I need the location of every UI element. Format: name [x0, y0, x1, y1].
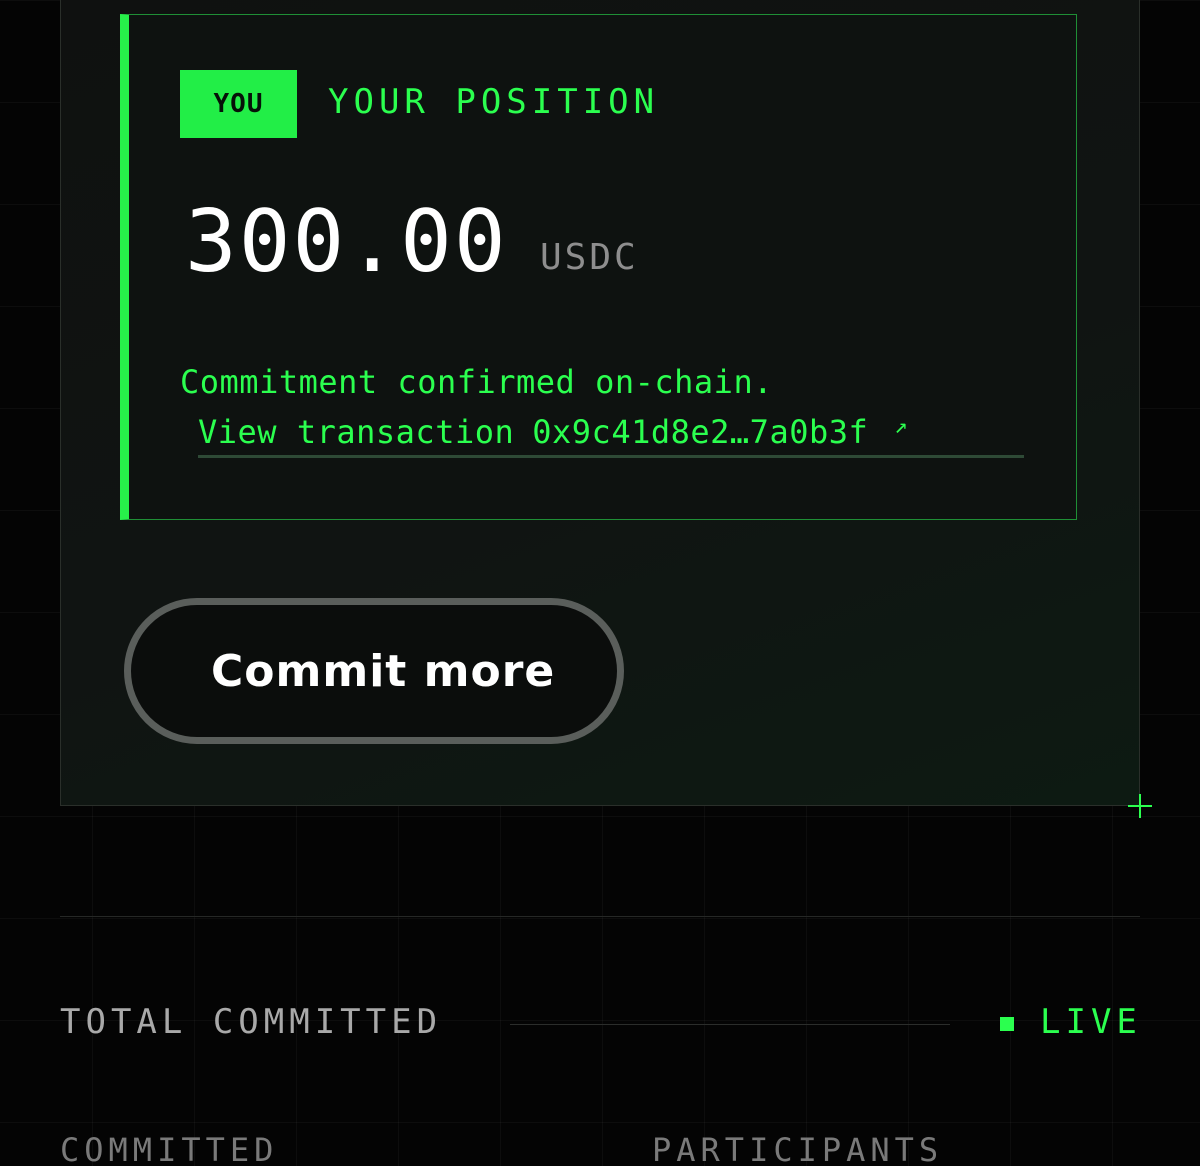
tx-hash: 0x9c41d8e2…7a0b3f	[532, 413, 869, 451]
position-unit: USDC	[540, 237, 639, 278]
position-amount: 300.00	[185, 192, 508, 292]
live-dot-icon	[1000, 1017, 1014, 1031]
confirmation-message: Commitment confirmed on-chain.	[180, 363, 773, 401]
external-link-icon: ↗	[894, 414, 909, 439]
live-indicator: LIVE	[1000, 1000, 1142, 1044]
view-transaction-link[interactable]: View transaction 0x9c41d8e2…7a0b3f ↗	[198, 412, 1024, 458]
position-heading: YOUR POSITION	[328, 82, 660, 122]
total-committed-heading: TOTAL COMMITTED	[60, 1002, 443, 1042]
committed-label: COMMITTED	[60, 1131, 279, 1166]
heading-rule	[510, 1024, 950, 1025]
commit-more-button[interactable]: Commit more	[124, 598, 624, 744]
participants-label: PARTICIPANTS	[652, 1131, 944, 1166]
tx-link-prefix: View transaction	[198, 413, 515, 451]
section-divider	[60, 916, 1140, 917]
you-badge: YOU	[180, 70, 297, 138]
live-label: LIVE	[1040, 1002, 1142, 1042]
plus-corner-icon	[1124, 790, 1156, 822]
